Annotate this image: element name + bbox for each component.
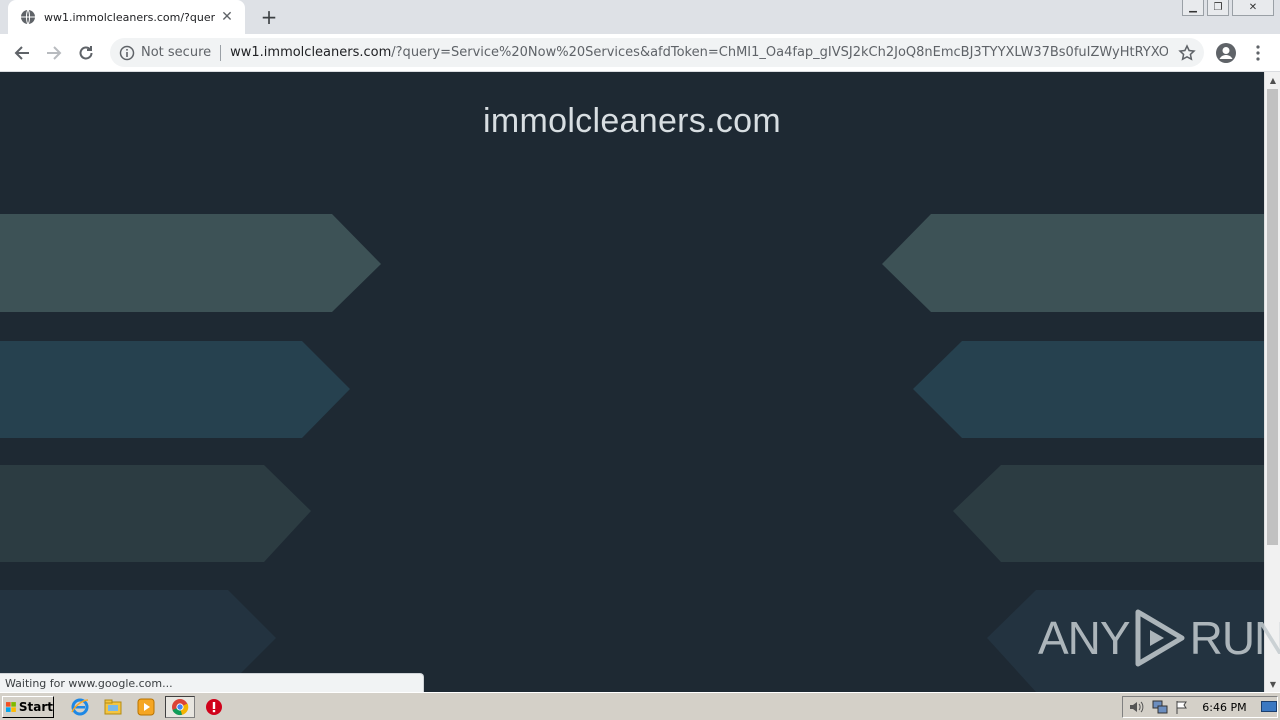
scroll-down-icon[interactable]: ▼ <box>1265 676 1280 692</box>
chrome-taskbar-icon[interactable] <box>165 696 195 718</box>
bookmark-star-icon[interactable] <box>1178 44 1196 62</box>
left-arrow-1 <box>0 214 381 312</box>
stop-sign-icon[interactable] <box>204 697 224 717</box>
left-arrow-4 <box>0 590 276 686</box>
right-arrow-1 <box>882 214 1264 312</box>
scroll-up-icon[interactable]: ▲ <box>1265 72 1280 88</box>
arrow-decorations <box>0 214 1264 692</box>
right-arrow-3 <box>953 465 1264 562</box>
forward-icon[interactable] <box>42 41 66 65</box>
play-icon <box>1135 609 1185 667</box>
tab-title: ww1.immolcleaners.com/?query=Ser <box>44 10 215 24</box>
file-explorer-icon[interactable] <box>103 697 123 717</box>
right-arrow-2 <box>913 341 1264 438</box>
new-tab-button[interactable]: + <box>258 5 280 29</box>
left-arrow-3 <box>0 465 311 562</box>
windows-taskbar: Start 6:46 PM <box>0 692 1280 720</box>
security-label: Not secure <box>141 45 212 60</box>
address-bar[interactable]: Not secure ww1.immolcleaners.com/?query=… <box>110 38 1204 67</box>
taskbar-clock[interactable]: 6:46 PM <box>1202 701 1246 714</box>
globe-icon <box>20 9 36 25</box>
back-icon[interactable] <box>10 41 34 65</box>
volume-icon[interactable] <box>1129 699 1145 715</box>
start-label: Start <box>18 700 53 714</box>
watermark-text-right: RUN <box>1189 612 1280 664</box>
internet-explorer-icon[interactable] <box>70 697 90 717</box>
windows-logo-icon <box>6 702 16 712</box>
tab-strip: ww1.immolcleaners.com/?query=Ser ✕ + ▁ ❐… <box>0 0 1280 34</box>
media-player-icon[interactable] <box>136 697 156 717</box>
url-host: ww1.immolcleaners.com <box>230 45 392 60</box>
start-button[interactable]: Start <box>2 696 54 718</box>
omnibox-divider <box>220 44 222 61</box>
web-page: immolcleaners.com <box>0 72 1264 692</box>
close-icon[interactable]: ✕ <box>219 9 235 25</box>
left-arrow-2 <box>0 341 350 438</box>
scrollbar-thumb[interactable] <box>1267 89 1278 545</box>
show-desktop-icon[interactable] <box>1260 699 1277 715</box>
url-path: /?query=Service%20Now%20Services&afdToke… <box>391 45 1169 60</box>
browser-tab[interactable]: ww1.immolcleaners.com/?query=Ser ✕ <box>8 0 245 34</box>
action-center-flag-icon[interactable] <box>1174 699 1190 715</box>
page-scrollbar[interactable]: ▲ ▼ <box>1264 72 1280 692</box>
watermark-text-left: ANY <box>1038 612 1131 664</box>
url-text[interactable]: ww1.immolcleaners.com/?query=Service%20N… <box>230 45 1168 60</box>
status-bar: Waiting for www.google.com... <box>0 673 424 692</box>
system-tray: 6:46 PM <box>1122 696 1278 718</box>
menu-kebab-icon[interactable] <box>1248 41 1268 65</box>
profile-icon[interactable] <box>1214 41 1238 65</box>
window-controls: ▁ ❐ ✕ <box>1182 0 1274 18</box>
network-icon[interactable] <box>1151 699 1168 715</box>
reload-icon[interactable] <box>74 41 98 65</box>
restore-icon[interactable]: ❐ <box>1207 0 1229 16</box>
anyrun-watermark: ANY RUN <box>1038 606 1280 670</box>
info-icon[interactable] <box>119 45 135 61</box>
browser-toolbar: Not secure ww1.immolcleaners.com/?query=… <box>0 34 1280 72</box>
window-close-icon[interactable]: ✕ <box>1232 0 1274 16</box>
minimize-icon[interactable]: ▁ <box>1182 0 1204 16</box>
